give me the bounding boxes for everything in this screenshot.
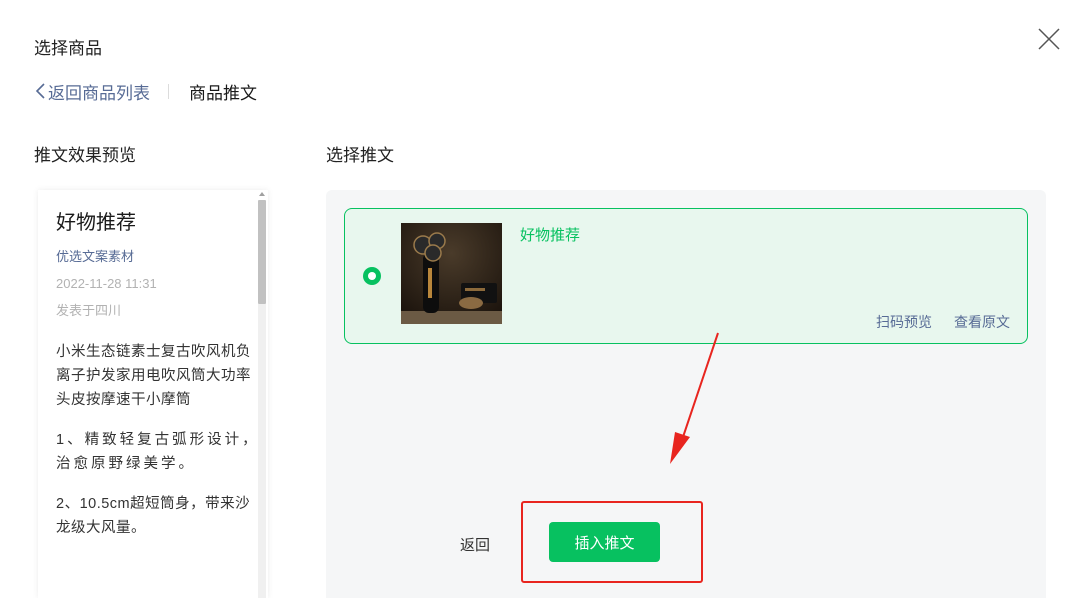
annotation-highlight-box [521, 501, 703, 583]
back-button[interactable]: 返回 [460, 534, 490, 555]
